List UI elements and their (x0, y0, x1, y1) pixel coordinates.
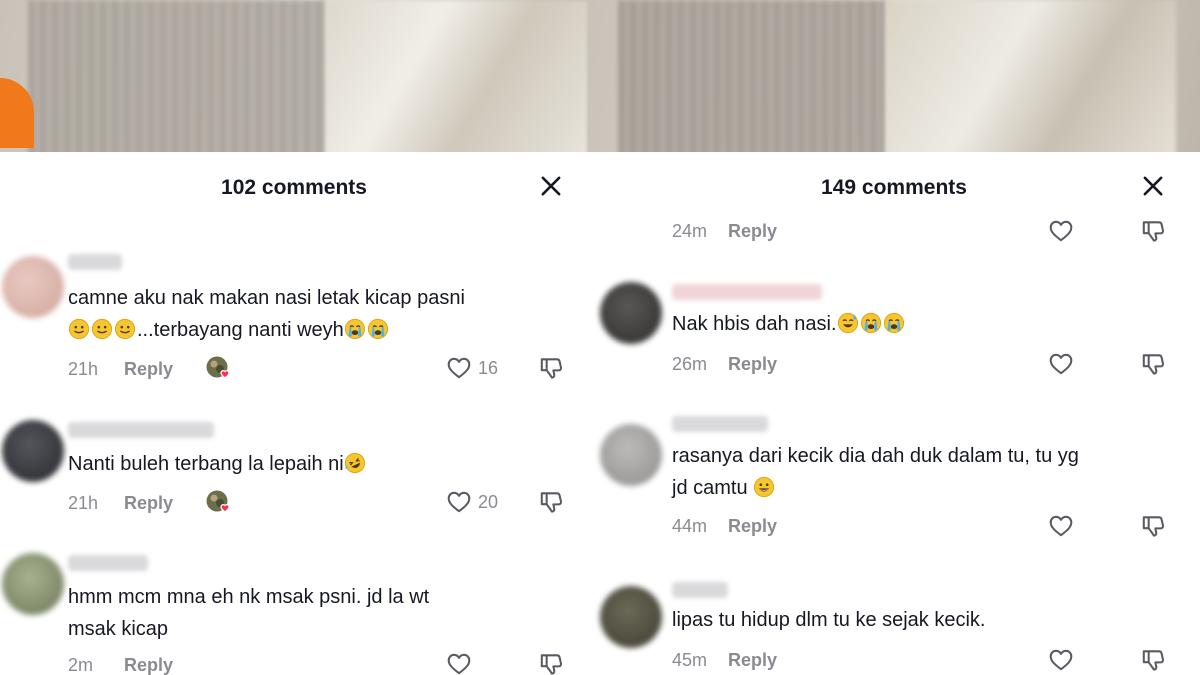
thumbs-down-icon[interactable] (538, 651, 564, 675)
like-button[interactable]: 20 (446, 489, 498, 515)
comment-meta: 26m Reply (672, 350, 777, 378)
reply-button[interactable]: Reply (728, 354, 777, 375)
like-button[interactable] (446, 651, 478, 675)
blurred-video-region (618, 0, 886, 152)
heart-outline-icon (446, 355, 472, 381)
like-count: 16 (478, 357, 499, 378)
reply-button[interactable]: Reply (124, 493, 173, 514)
comment-text: Nak hbis dah nasi. (672, 308, 906, 340)
comment-time: 45m (672, 649, 708, 670)
grinning-face-emoji (753, 476, 775, 498)
username-blurred[interactable] (68, 422, 214, 438)
comment-meta: 21h Reply (68, 355, 173, 383)
comment-text-line-with-emoji: Nak hbis dah nasi. (672, 308, 906, 340)
loudly-crying-face-emoji (883, 312, 905, 334)
username-blurred[interactable] (68, 555, 148, 571)
heart-outline-icon[interactable] (1048, 218, 1074, 244)
reply-button[interactable]: Reply (124, 655, 173, 675)
reply-button[interactable]: Reply (728, 221, 777, 242)
comment-time: 24m (672, 220, 708, 241)
comments-sheet: 102 comments camne aku nak makan nasi le… (0, 152, 588, 675)
comment-text: rasanya dari kecik dia dah duk dalam tu,… (672, 440, 1079, 504)
thumbs-down-icon[interactable] (1140, 513, 1166, 539)
comment-time: 21h (68, 492, 99, 513)
comment-text-line: lipas tu hidup dlm tu ke sejak kecik. (672, 609, 986, 631)
like-count: 20 (478, 491, 499, 512)
comment-time: 26m (672, 353, 708, 374)
slightly-smiling-face-emoji (114, 318, 136, 340)
comment-text: Nanti buleh terbang la lepaih ni (68, 448, 367, 480)
comment-time: 21h (68, 358, 99, 379)
creator-liked-icon (205, 489, 233, 517)
creator-liked-icon (205, 355, 233, 383)
thumbs-down-icon[interactable] (1140, 218, 1166, 244)
right-comments-screenshot: 149 comments 24m Reply Nak hbis dah nasi… (588, 0, 1200, 675)
video-preview[interactable] (588, 0, 1200, 152)
slightly-smiling-face-emoji (91, 318, 113, 340)
heart-outline-icon[interactable] (1048, 351, 1074, 377)
slightly-smiling-face-emoji (68, 318, 90, 340)
loudly-crying-face-emoji (344, 318, 366, 340)
avatar[interactable] (2, 256, 64, 318)
reply-button[interactable]: Reply (728, 516, 777, 537)
comment-text-line-with-emoji: jd camtu (672, 472, 1079, 504)
username-blurred[interactable] (68, 254, 122, 270)
heart-outline-icon[interactable] (1048, 513, 1074, 539)
comment-meta: 24m Reply (672, 217, 777, 245)
left-comments-screenshot: 102 comments camne aku nak makan nasi le… (0, 0, 588, 675)
comment-meta: 21h Reply (68, 489, 173, 517)
like-button[interactable]: 16 (446, 355, 498, 381)
comment-meta: 45m Reply (672, 646, 777, 674)
reply-button[interactable]: Reply (124, 359, 173, 380)
comment-text: lipas tu hidup dlm tu ke sejak kecik. (672, 604, 986, 636)
comment-time: 44m (672, 515, 708, 536)
comment-text-line-with-emoji: ...terbayang nanti weyh (68, 314, 465, 346)
avatar[interactable] (600, 424, 662, 486)
comment-meta: 2m Reply (68, 651, 173, 675)
comment-text-line: camne aku nak makan nasi letak kicap pas… (68, 287, 465, 309)
comment-text-line: rasanya dari kecik dia dah duk dalam tu,… (672, 445, 1079, 467)
heart-outline-icon (446, 651, 472, 675)
video-preview[interactable] (0, 0, 588, 152)
close-icon[interactable] (537, 172, 565, 200)
thumbs-down-icon[interactable] (1140, 647, 1166, 673)
thumbs-down-icon[interactable] (1140, 351, 1166, 377)
comment-text: camne aku nak makan nasi letak kicap pas… (68, 282, 465, 346)
avatar[interactable] (600, 282, 662, 344)
comments-count-title: 102 comments (221, 176, 367, 199)
avatar[interactable] (2, 553, 64, 615)
loudly-crying-face-emoji (367, 318, 389, 340)
close-icon[interactable] (1139, 172, 1167, 200)
heart-outline-icon[interactable] (1048, 647, 1074, 673)
heart-outline-icon (446, 489, 472, 515)
comment-time: 2m (68, 654, 94, 675)
comment-text: hmm mcm mna eh nk msak psni. jd la wt ms… (68, 581, 429, 645)
avatar[interactable] (2, 420, 64, 482)
comment-text-line-with-emoji: Nanti buleh terbang la lepaih ni (68, 448, 367, 480)
avatar[interactable] (600, 586, 662, 648)
comment-text-line: hmm mcm mna eh nk msak psni. jd la wt (68, 586, 430, 608)
reply-button[interactable]: Reply (728, 650, 777, 671)
username-blurred[interactable] (672, 582, 728, 598)
blurred-video-region (326, 0, 588, 152)
username-blurred[interactable] (672, 284, 822, 300)
username-blurred[interactable] (672, 416, 768, 432)
rolling-on-floor-laughing-emoji (344, 452, 366, 474)
thumbs-down-icon[interactable] (538, 489, 564, 515)
comment-meta: 44m Reply (672, 512, 777, 540)
grinning-face-with-sweat-emoji (837, 312, 859, 334)
comments-sheet: 149 comments 24m Reply Nak hbis dah nasi… (588, 152, 1200, 675)
thumbs-down-icon[interactable] (538, 355, 564, 381)
blurred-video-region (886, 0, 1176, 152)
loudly-crying-face-emoji (860, 312, 882, 334)
comment-text-line: msak kicap (68, 618, 169, 640)
blurred-video-region (28, 0, 326, 152)
comments-count-title: 149 comments (821, 176, 967, 199)
